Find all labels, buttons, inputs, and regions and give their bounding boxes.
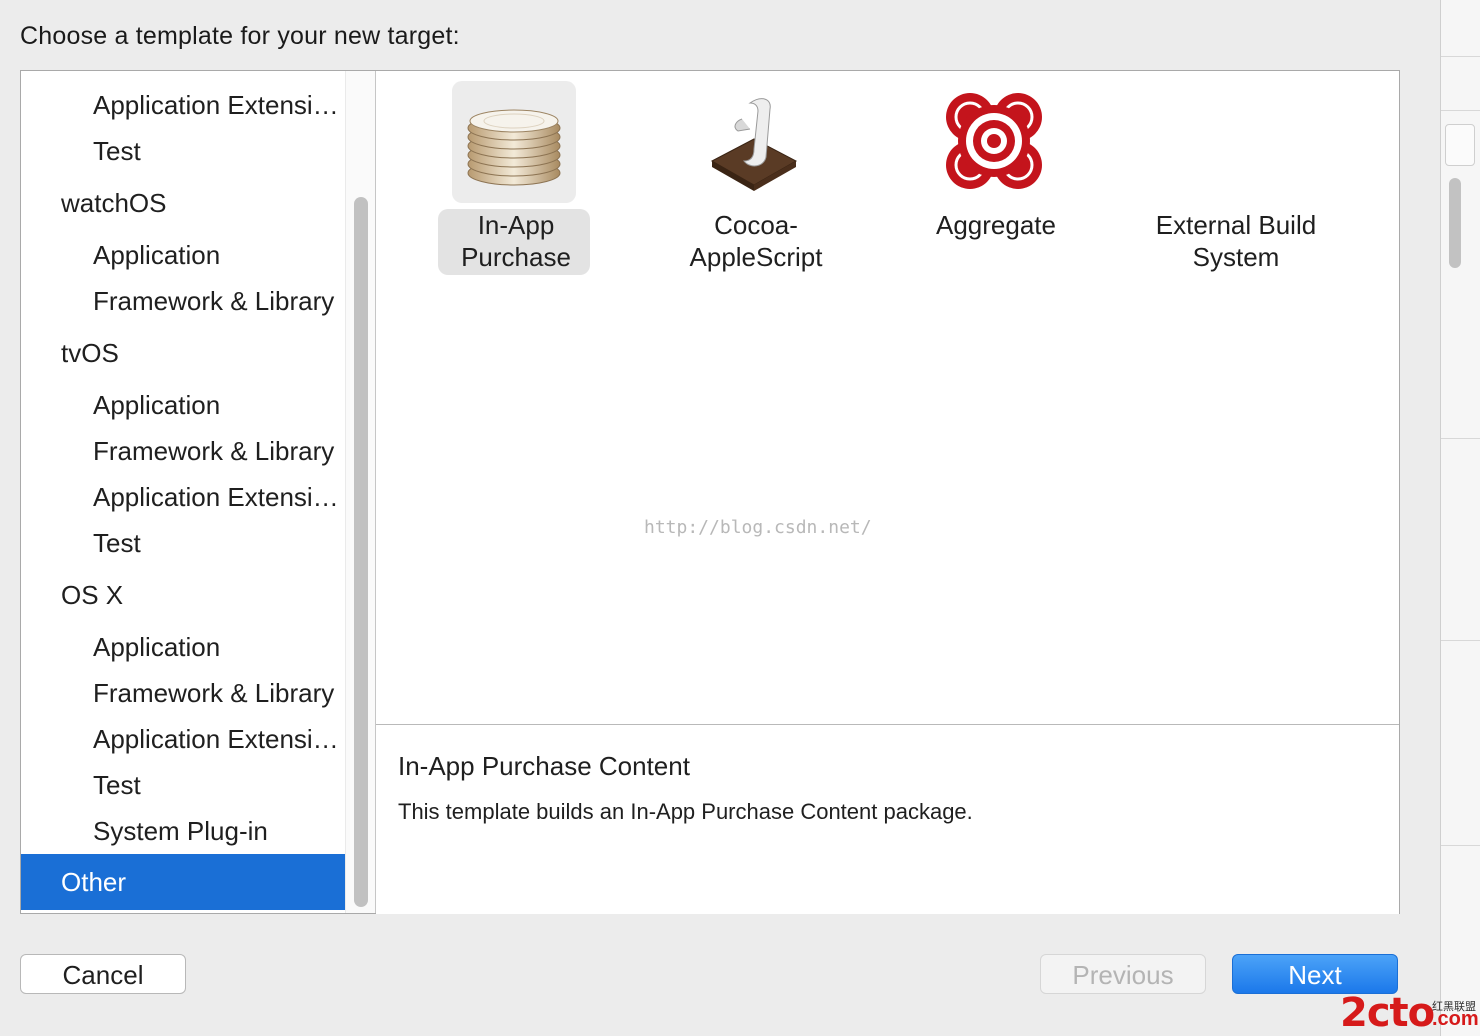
sidebar-item-watchos-application[interactable]: Application: [21, 238, 375, 272]
divider: [1441, 110, 1480, 111]
sidebar-item-tvos-application[interactable]: Application: [21, 388, 375, 422]
script-scroll-icon: [692, 81, 816, 203]
template-label-line1: Cocoa-: [714, 210, 798, 240]
template-grid: In-App Purchase Cocoa- AppleScript Aggre…: [376, 71, 1399, 724]
template-label-line2: System: [1192, 242, 1280, 272]
template-label-line1: External Build: [1155, 210, 1317, 240]
template-label: Aggregate: [876, 209, 1116, 241]
background-scroll-thumb: [1449, 178, 1461, 268]
template-in-app-purchase[interactable]: In-App Purchase: [396, 71, 636, 311]
divider: [1441, 56, 1480, 57]
sidebar-item-osx-application[interactable]: Application: [21, 630, 375, 664]
template-label-line2: AppleScript: [689, 242, 823, 272]
template-cocoa-applescript[interactable]: Cocoa- AppleScript: [636, 71, 876, 311]
template-label-line1: In-App: [477, 210, 555, 240]
description-title: In-App Purchase Content: [398, 751, 690, 781]
divider: [1441, 438, 1480, 439]
template-label: Cocoa- AppleScript: [636, 209, 876, 273]
sidebar-item-tvos-framework[interactable]: Framework & Library: [21, 434, 375, 468]
description-text: This template builds an In-App Purchase …: [398, 799, 973, 824]
sidebar-item-tvos-test[interactable]: Test: [21, 526, 375, 560]
sidebar-group-tvos[interactable]: tvOS: [21, 336, 375, 370]
next-button[interactable]: Next: [1232, 954, 1398, 994]
divider: [1441, 640, 1480, 641]
background-window-edge: [1440, 0, 1480, 1036]
watermark-url: http://blog.csdn.net/: [644, 517, 872, 538]
sidebar-item-other[interactable]: Other: [21, 854, 375, 910]
previous-button[interactable]: Previous: [1040, 954, 1206, 994]
sidebar-item-ios-test[interactable]: Test: [21, 134, 375, 168]
sidebar-scrollbar[interactable]: [345, 71, 375, 913]
sidebar-group-watchos[interactable]: watchOS: [21, 186, 375, 220]
template-description-panel: In-App Purchase Content This template bu…: [376, 724, 1399, 914]
template-label: External Build System: [1116, 209, 1356, 273]
coins-icon: [452, 81, 576, 203]
sidebar-item-osx-test[interactable]: Test: [21, 768, 375, 802]
site-logo: 2cto: [1340, 990, 1435, 1036]
background-field: [1445, 124, 1475, 166]
template-external-build-system[interactable]: External Build System: [1116, 71, 1356, 311]
template-aggregate[interactable]: Aggregate: [876, 71, 1116, 311]
sidebar-item-tvos-application-extension[interactable]: Application Extensi…: [21, 480, 375, 514]
platform-sidebar: Application Extensi… Test watchOS Applic…: [21, 71, 376, 913]
cancel-button[interactable]: Cancel: [20, 954, 186, 994]
sidebar-item-watchos-framework[interactable]: Framework & Library: [21, 284, 375, 318]
sidebar-item-osx-framework[interactable]: Framework & Library: [21, 676, 375, 710]
template-label: In-App Purchase: [396, 209, 636, 273]
template-chooser: Application Extensi… Test watchOS Applic…: [20, 70, 1400, 914]
sidebar-group-osx[interactable]: OS X: [21, 578, 375, 612]
site-logo-suffix: .com: [1432, 1008, 1479, 1030]
sidebar-item-ios-application-extension[interactable]: Application Extensi…: [21, 88, 375, 122]
sheet-prompt: Choose a template for your new target:: [20, 22, 460, 50]
target-icon: [932, 81, 1056, 203]
template-label-line2: Purchase: [461, 242, 571, 272]
new-target-sheet: Choose a template for your new target: A…: [0, 0, 1440, 1036]
sidebar-scroll-thumb[interactable]: [354, 197, 368, 907]
template-label-line1: Aggregate: [936, 210, 1056, 240]
divider: [1441, 845, 1480, 846]
sidebar-item-osx-system-plugin[interactable]: System Plug-in: [21, 814, 375, 848]
sidebar-item-osx-application-extension[interactable]: Application Extensi…: [21, 722, 375, 756]
